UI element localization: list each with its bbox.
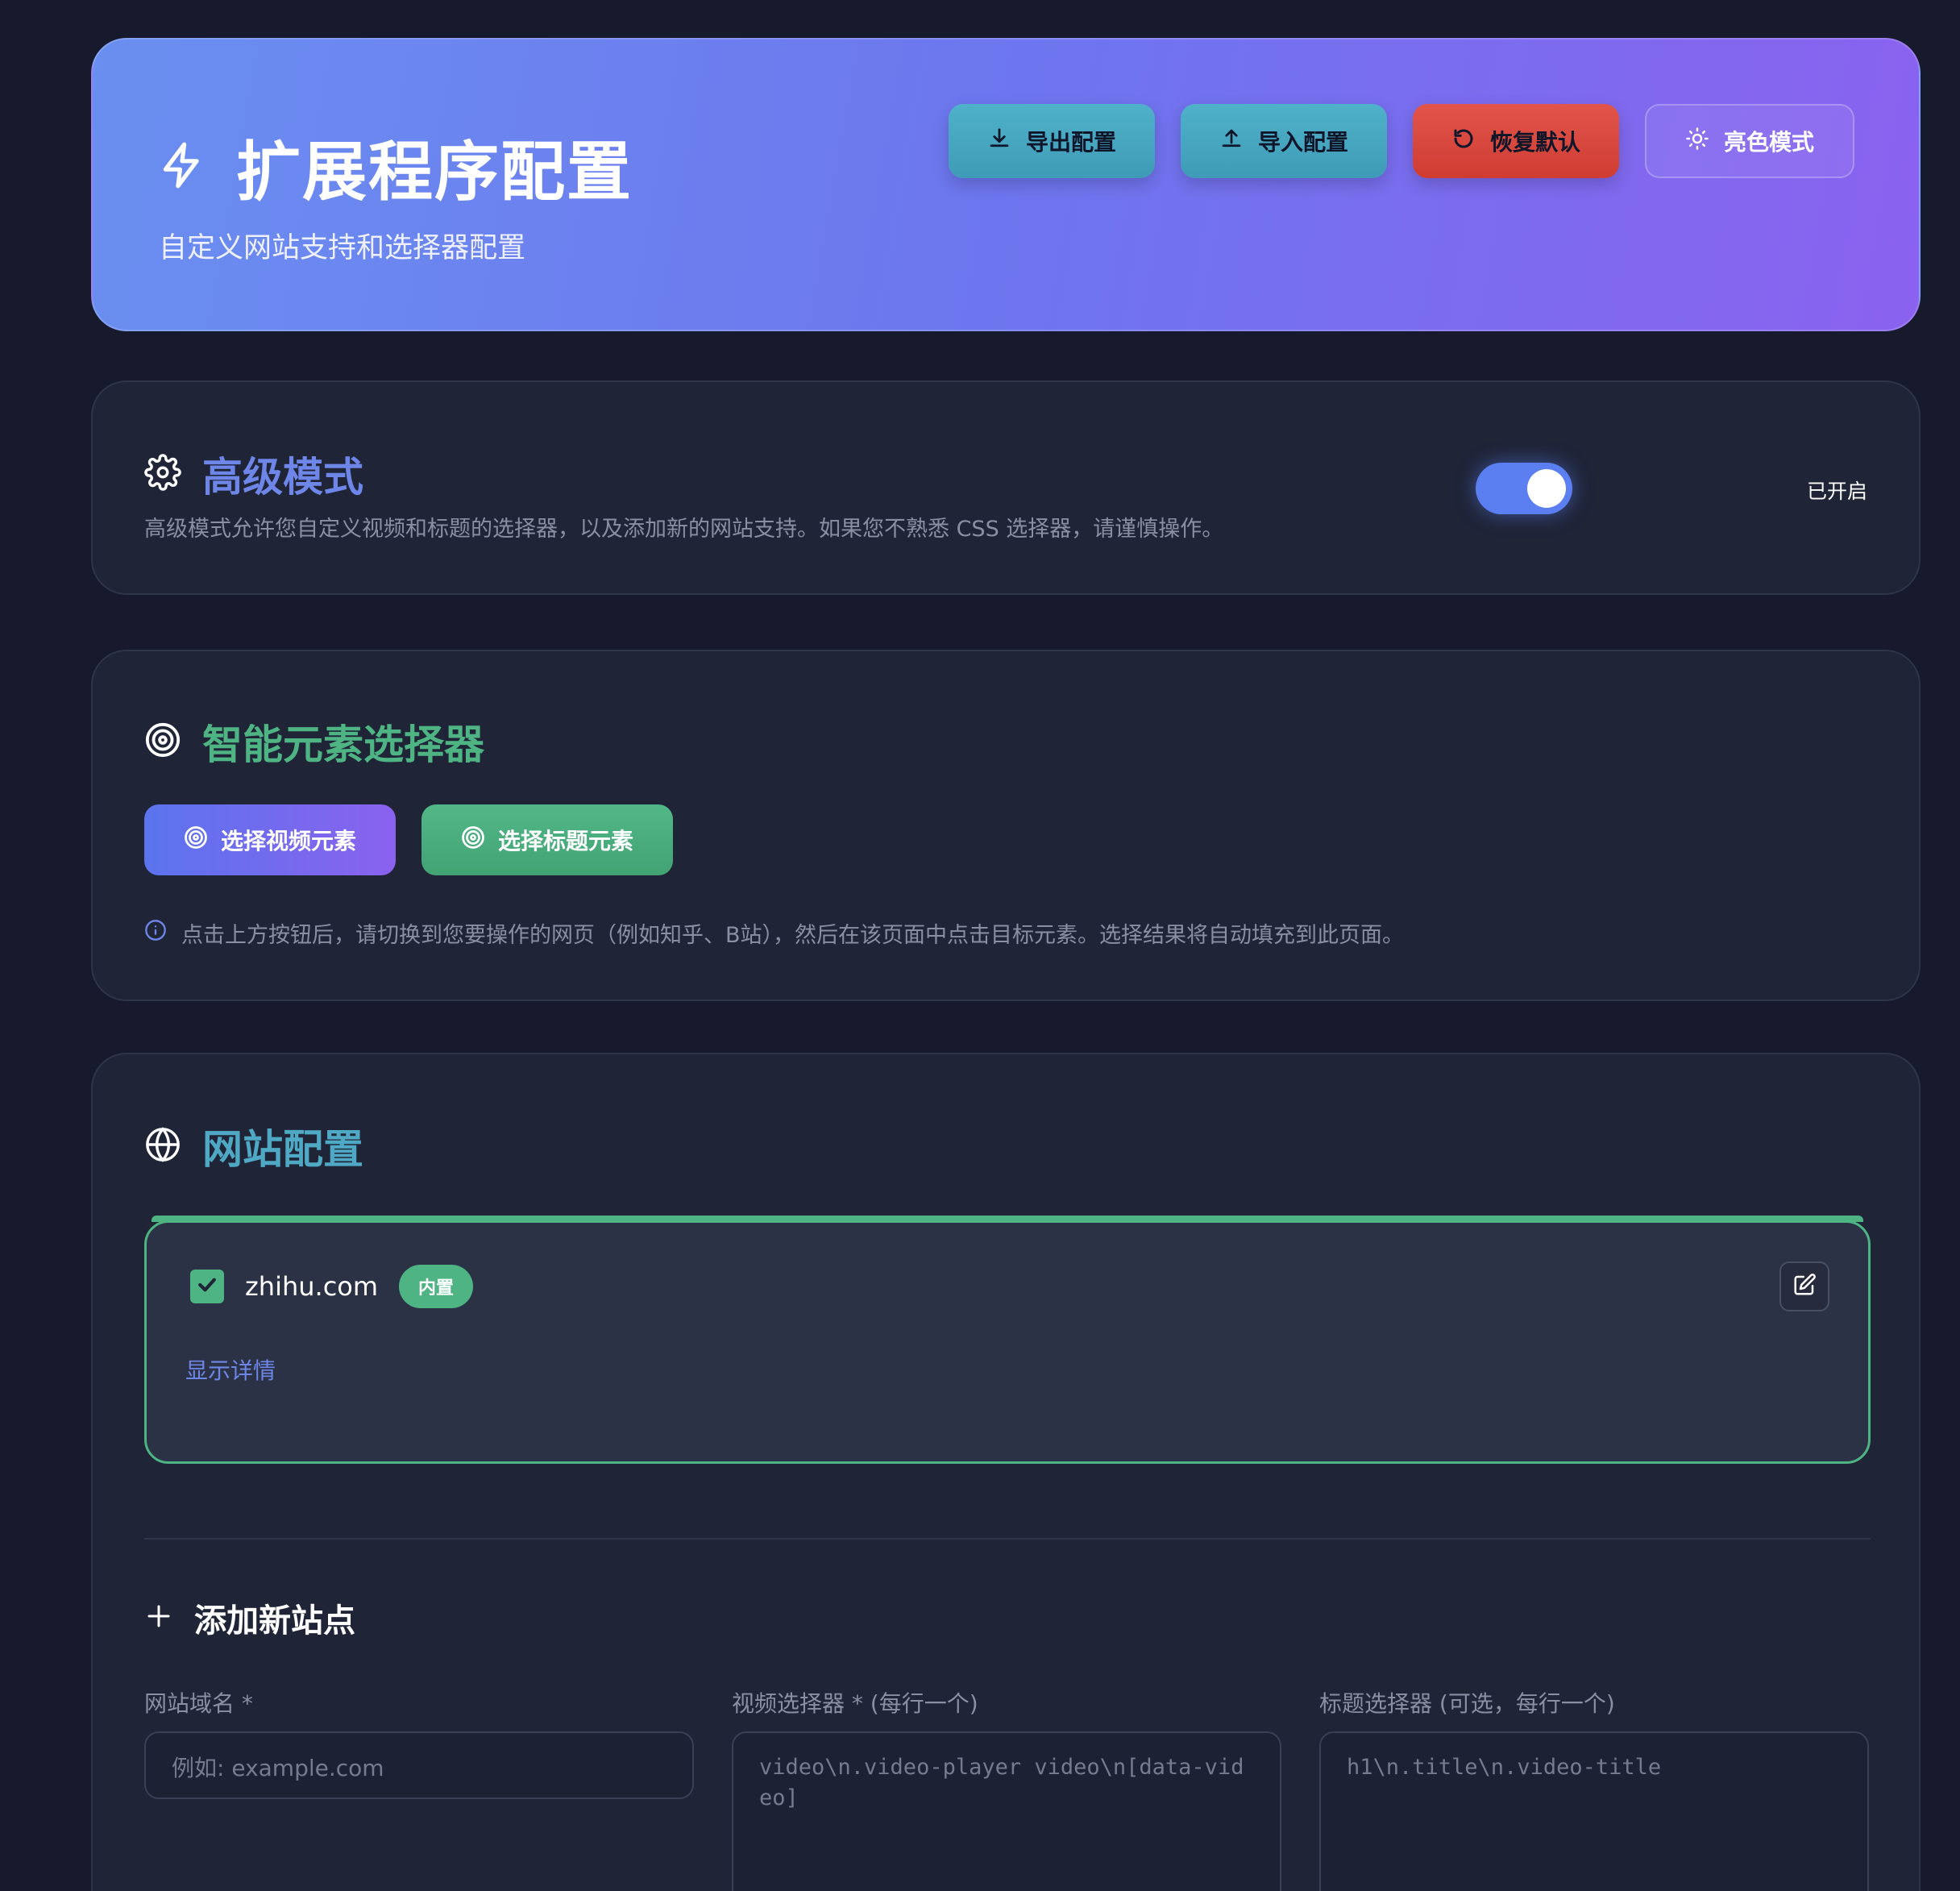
light-mode-button[interactable]: 亮色模式	[1645, 104, 1854, 178]
target-icon	[461, 825, 485, 855]
video-selector-textarea[interactable]: video\n.video-player video\n[data-video]	[732, 1731, 1281, 1891]
title-selector-label: 标题选择器 (可选，每行一个)	[1319, 1690, 1615, 1717]
edit-site-button[interactable]	[1779, 1261, 1829, 1311]
header-actions: 导出配置 导入配置 恢复默认 亮色模式	[949, 104, 1854, 178]
element-picker-title-row: 智能元素选择器	[144, 713, 484, 771]
advanced-mode-card: 高级模式 高级模式允许您自定义视频和标题的选择器，以及添加新的网站支持。如果您不…	[91, 380, 1921, 595]
select-title-element-label: 选择标题元素	[497, 828, 633, 854]
site-item-row: zhihu.com 内置	[190, 1265, 474, 1308]
show-details-link[interactable]: 显示详情	[185, 1353, 276, 1386]
domain-label: 网站域名 *	[144, 1690, 253, 1717]
page-title: 扩展程序配置	[236, 135, 633, 210]
light-mode-label: 亮色模式	[1723, 129, 1814, 156]
element-picker-title: 智能元素选择器	[202, 721, 484, 768]
globe-icon	[144, 1126, 181, 1166]
advanced-mode-title-row: 高级模式	[144, 445, 363, 503]
upload-icon	[1219, 127, 1244, 156]
export-config-button[interactable]: 导出配置	[949, 104, 1155, 178]
site-item: zhihu.com 内置 显示详情	[144, 1216, 1871, 1464]
lightning-icon	[157, 139, 207, 195]
select-video-element-button[interactable]: 选择视频元素	[144, 804, 396, 875]
toggle-knob	[1527, 469, 1566, 508]
select-title-element-button[interactable]: 选择标题元素	[421, 804, 673, 875]
advanced-mode-description: 高级模式允许您自定义视频和标题的选择器，以及添加新的网站支持。如果您不熟悉 CS…	[144, 517, 1224, 542]
site-config-title-row: 网站配置	[144, 1117, 363, 1175]
select-video-element-label: 选择视频元素	[220, 828, 356, 854]
target-icon	[184, 825, 208, 855]
header-title-row: 扩展程序配置	[157, 120, 633, 214]
options-page: 扩展程序配置 自定义网站支持和选择器配置 导出配置 导入配置 恢复默认 亮色模式…	[0, 0, 1960, 1891]
rotate-ccw-icon	[1451, 127, 1476, 156]
advanced-mode-status: 已开启	[1806, 480, 1867, 503]
plus-icon	[144, 1602, 173, 1634]
picker-hint: 点击上方按钮后，请切换到您要操作的网页（例如知乎、B站），然后在该页面中点击目标…	[144, 917, 1404, 949]
export-config-label: 导出配置	[1025, 129, 1116, 156]
edit-icon	[1792, 1273, 1817, 1300]
header-banner: 扩展程序配置 自定义网站支持和选择器配置 导出配置 导入配置 恢复默认 亮色模式	[91, 38, 1921, 331]
advanced-mode-title: 高级模式	[202, 454, 363, 501]
target-icon	[144, 721, 181, 762]
element-picker-card: 智能元素选择器 选择视频元素 选择标题元素 点击上方按钮后，请切换到您要操作的网…	[91, 650, 1921, 1001]
site-enabled-checkbox[interactable]	[190, 1270, 224, 1303]
section-divider	[144, 1538, 1871, 1540]
site-config-card: 网站配置 zhihu.com 内置 显示详情 添加新站点 网站域名 * 视频选择…	[91, 1053, 1921, 1891]
title-selector-textarea[interactable]: h1\n.title\n.video-title	[1319, 1731, 1869, 1891]
check-icon	[195, 1273, 219, 1300]
download-icon	[987, 127, 1011, 156]
reset-default-button[interactable]: 恢复默认	[1413, 104, 1619, 178]
video-selector-label: 视频选择器 * (每行一个)	[732, 1690, 978, 1717]
import-config-button[interactable]: 导入配置	[1181, 104, 1387, 178]
picker-hint-text: 点击上方按钮后，请切换到您要操作的网页（例如知乎、B站），然后在该页面中点击目标…	[181, 923, 1405, 948]
reset-default-label: 恢复默认	[1489, 129, 1580, 156]
site-config-title: 网站配置	[202, 1126, 363, 1173]
import-config-label: 导入配置	[1257, 129, 1348, 156]
info-icon	[144, 919, 167, 947]
gear-icon	[144, 454, 181, 494]
page-subtitle: 自定义网站支持和选择器配置	[159, 232, 526, 264]
domain-input[interactable]: 例如: example.com	[144, 1731, 694, 1799]
add-site-title-row: 添加新站点	[144, 1594, 355, 1641]
site-domain: zhihu.com	[245, 1271, 379, 1302]
add-site-title: 添加新站点	[194, 1602, 355, 1640]
advanced-mode-toggle[interactable]	[1476, 463, 1572, 514]
builtin-badge: 内置	[399, 1265, 474, 1308]
sun-icon	[1685, 127, 1709, 156]
